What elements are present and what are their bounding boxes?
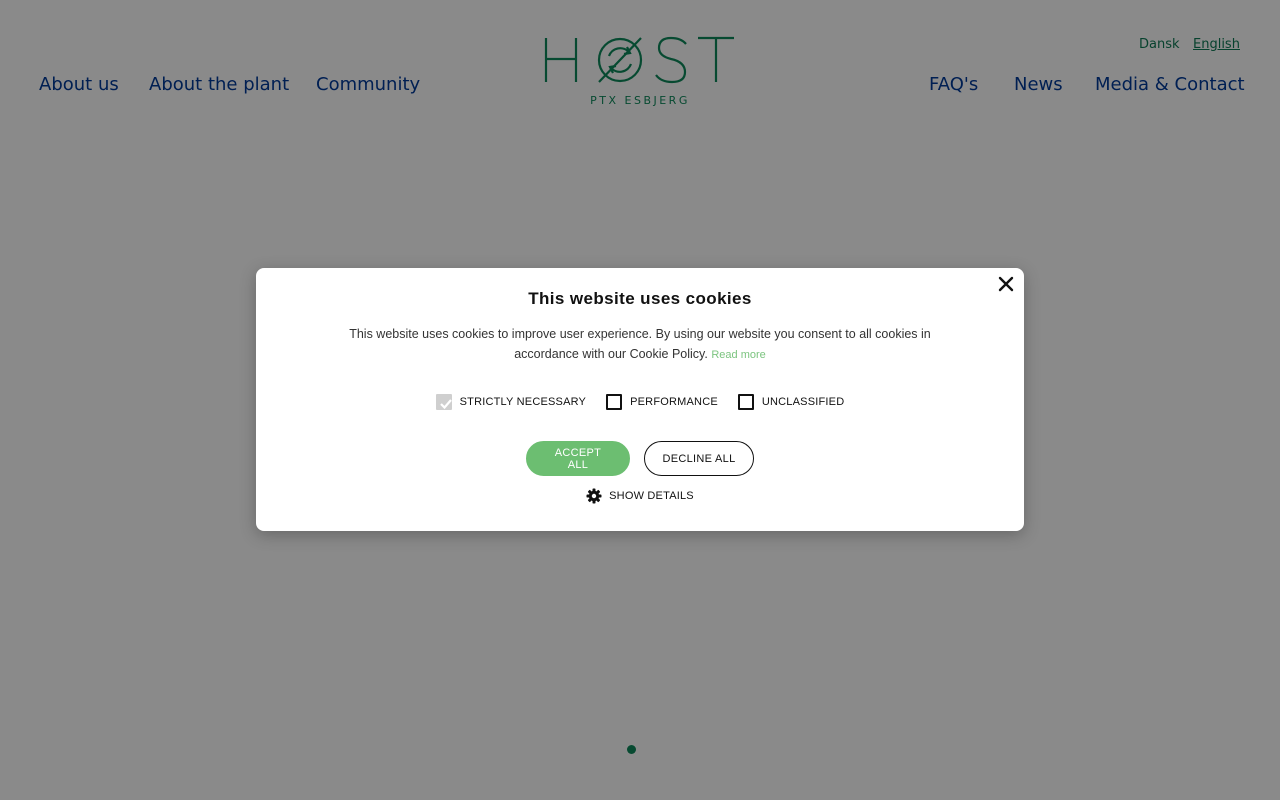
- option-performance[interactable]: PERFORMANCE: [606, 394, 718, 410]
- unclassified-checkbox[interactable]: [737, 394, 754, 410]
- cookie-buttons: ACCEPT ALL DECLINE ALL: [256, 441, 1024, 476]
- unclassified-label: UNCLASSIFIED: [761, 396, 845, 408]
- cookie-body-text: This website uses cookies to improve use…: [349, 327, 931, 361]
- strictly-necessary-label: STRICTLY NECESSARY: [459, 396, 587, 408]
- strictly-necessary-checkbox[interactable]: [435, 394, 452, 410]
- show-details-label: SHOW DETAILS: [609, 490, 694, 502]
- checkmark-icon: [439, 399, 452, 410]
- accept-all-button[interactable]: ACCEPT ALL: [526, 441, 630, 476]
- cookie-dialog: This website uses cookies This website u…: [256, 268, 1024, 531]
- option-strictly-necessary[interactable]: STRICTLY NECESSARY: [435, 394, 587, 410]
- performance-checkbox[interactable]: [606, 394, 623, 410]
- option-unclassified[interactable]: UNCLASSIFIED: [737, 394, 845, 410]
- decline-all-button[interactable]: DECLINE ALL: [644, 441, 754, 476]
- cookie-description: This website uses cookies to improve use…: [340, 324, 940, 365]
- show-details-button[interactable]: SHOW DETAILS: [256, 488, 1024, 504]
- cookie-options: STRICTLY NECESSARY PERFORMANCE UNCLASSIF…: [256, 391, 1024, 413]
- performance-label: PERFORMANCE: [630, 396, 718, 408]
- cookie-title: This website uses cookies: [528, 289, 752, 308]
- gear-icon: [586, 488, 602, 504]
- read-more-link[interactable]: Read more: [711, 349, 765, 361]
